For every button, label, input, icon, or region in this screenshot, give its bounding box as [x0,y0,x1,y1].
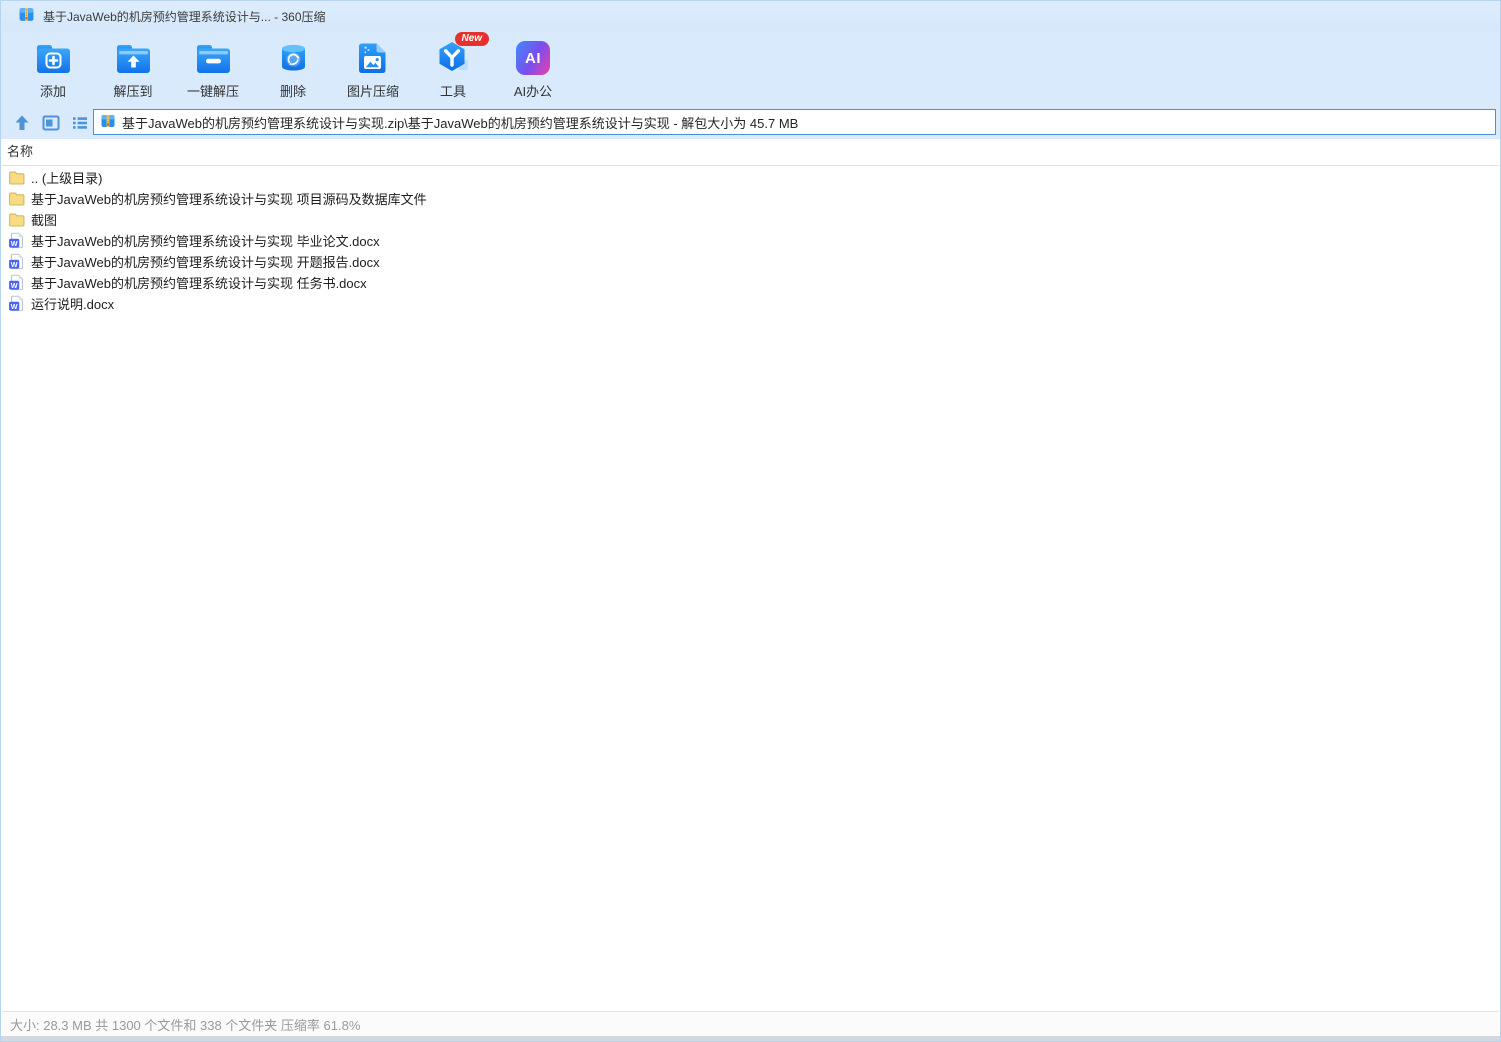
folder-icon [8,190,25,207]
svg-text:W: W [11,239,18,248]
window-bottom-edge [1,1036,1500,1041]
word-document-icon: W [8,253,25,270]
toolbar-label: 解压到 [113,84,153,99]
up-arrow-icon [15,115,29,130]
svg-text:W: W [11,302,18,311]
list-item-docx[interactable]: W 基于JavaWeb的机房预约管理系统设计与实现 开题报告.docx [2,251,1499,272]
ai-office-icon: AI [510,37,556,79]
address-path: 基于JavaWeb的机房预约管理系统设计与实现.zip\基于JavaWeb的机房… [122,115,799,131]
toolbar-label: 删除 [279,84,306,99]
address-row: 基于JavaWeb的机房预约管理系统设计与实现.zip\基于JavaWeb的机房… [1,106,1500,139]
address-bar[interactable]: 基于JavaWeb的机房预约管理系统设计与实现.zip\基于JavaWeb的机房… [93,109,1496,135]
extract-to-folder-icon [110,37,156,79]
status-text: 大小: 28.3 MB 共 1300 个文件和 338 个文件夹 压缩率 61.… [10,1017,361,1033]
up-directory-button[interactable] [11,112,33,134]
folder-icon [8,211,25,228]
file-name: 截图 [31,213,58,228]
list-item-folder[interactable]: 基于JavaWeb的机房预约管理系统设计与实现 项目源码及数据库文件 [2,188,1499,209]
toolbar-label: 一键解压 [186,84,239,99]
new-badge: New [455,32,489,46]
svg-text:W: W [11,281,18,290]
image-compress-button[interactable]: 图片压缩 [333,32,413,100]
title-bar: 基于JavaWeb的机房预约管理系统设计与... - 360压缩 [1,1,1500,32]
list-item-docx[interactable]: W 基于JavaWeb的机房预约管理系统设计与实现 任务书.docx [2,272,1499,293]
file-name: 基于JavaWeb的机房预约管理系统设计与实现 毕业论文.docx [31,234,380,249]
delete-button[interactable]: 删除 [253,32,333,100]
file-name: 基于JavaWeb的机房预约管理系统设计与实现 开题报告.docx [31,255,380,270]
file-name: 基于JavaWeb的机房预约管理系统设计与实现 任务书.docx [31,276,367,291]
toolbar-label: AI办公 [513,84,553,99]
archive-file-icon [18,6,35,28]
column-header-name[interactable]: 名称 [2,139,1499,166]
file-name: 运行说明.docx [31,297,115,312]
window-title: 基于JavaWeb的机房预约管理系统设计与... - 360压缩 [43,10,326,24]
toolbar-label: 图片压缩 [346,84,399,99]
svg-text:W: W [11,260,18,269]
archive-file-icon [100,113,116,132]
view-mode-icon [42,115,60,131]
main-toolbar: 添加 解压到 一键解压 删除 图片压缩 New 工具 AI AI办公 [1,32,1500,106]
tools-cube-icon: New [430,32,489,79]
list-view-icon [73,117,87,129]
toolbar-label: 添加 [39,84,66,99]
file-name: .. (上级目录) [31,171,103,186]
file-name: 基于JavaWeb的机房预约管理系统设计与实现 项目源码及数据库文件 [31,192,427,207]
word-document-icon: W [8,295,25,312]
view-mode-button[interactable] [40,112,62,134]
extract-to-button[interactable]: 解压到 [93,32,173,100]
folder-icon [8,169,25,186]
list-item-parent-directory[interactable]: .. (上级目录) [2,167,1499,188]
list-view-button[interactable] [69,112,91,134]
toolbar-label: 工具 [439,84,466,99]
word-document-icon: W [8,232,25,249]
add-button[interactable]: 添加 [13,32,93,100]
list-item-docx[interactable]: W 运行说明.docx [2,293,1499,314]
app-window: 基于JavaWeb的机房预约管理系统设计与... - 360压缩 添加 解压到 … [0,0,1501,1042]
one-click-extract-folder-icon [190,37,236,79]
list-item-docx[interactable]: W 基于JavaWeb的机房预约管理系统设计与实现 毕业论文.docx [2,230,1499,251]
image-compress-icon [350,37,396,79]
list-item-folder[interactable]: 截图 [2,209,1499,230]
file-list: .. (上级目录) 基于JavaWeb的机房预约管理系统设计与实现 项目源码及数… [2,167,1499,314]
delete-trash-icon [270,37,316,79]
tools-button[interactable]: New 工具 [413,32,493,100]
ai-office-button[interactable]: AI AI办公 [493,32,573,100]
one-click-extract-button[interactable]: 一键解压 [173,32,253,100]
word-document-icon: W [8,274,25,291]
status-bar: 大小: 28.3 MB 共 1300 个文件和 338 个文件夹 压缩率 61.… [2,1011,1499,1036]
add-folder-icon [30,37,76,79]
